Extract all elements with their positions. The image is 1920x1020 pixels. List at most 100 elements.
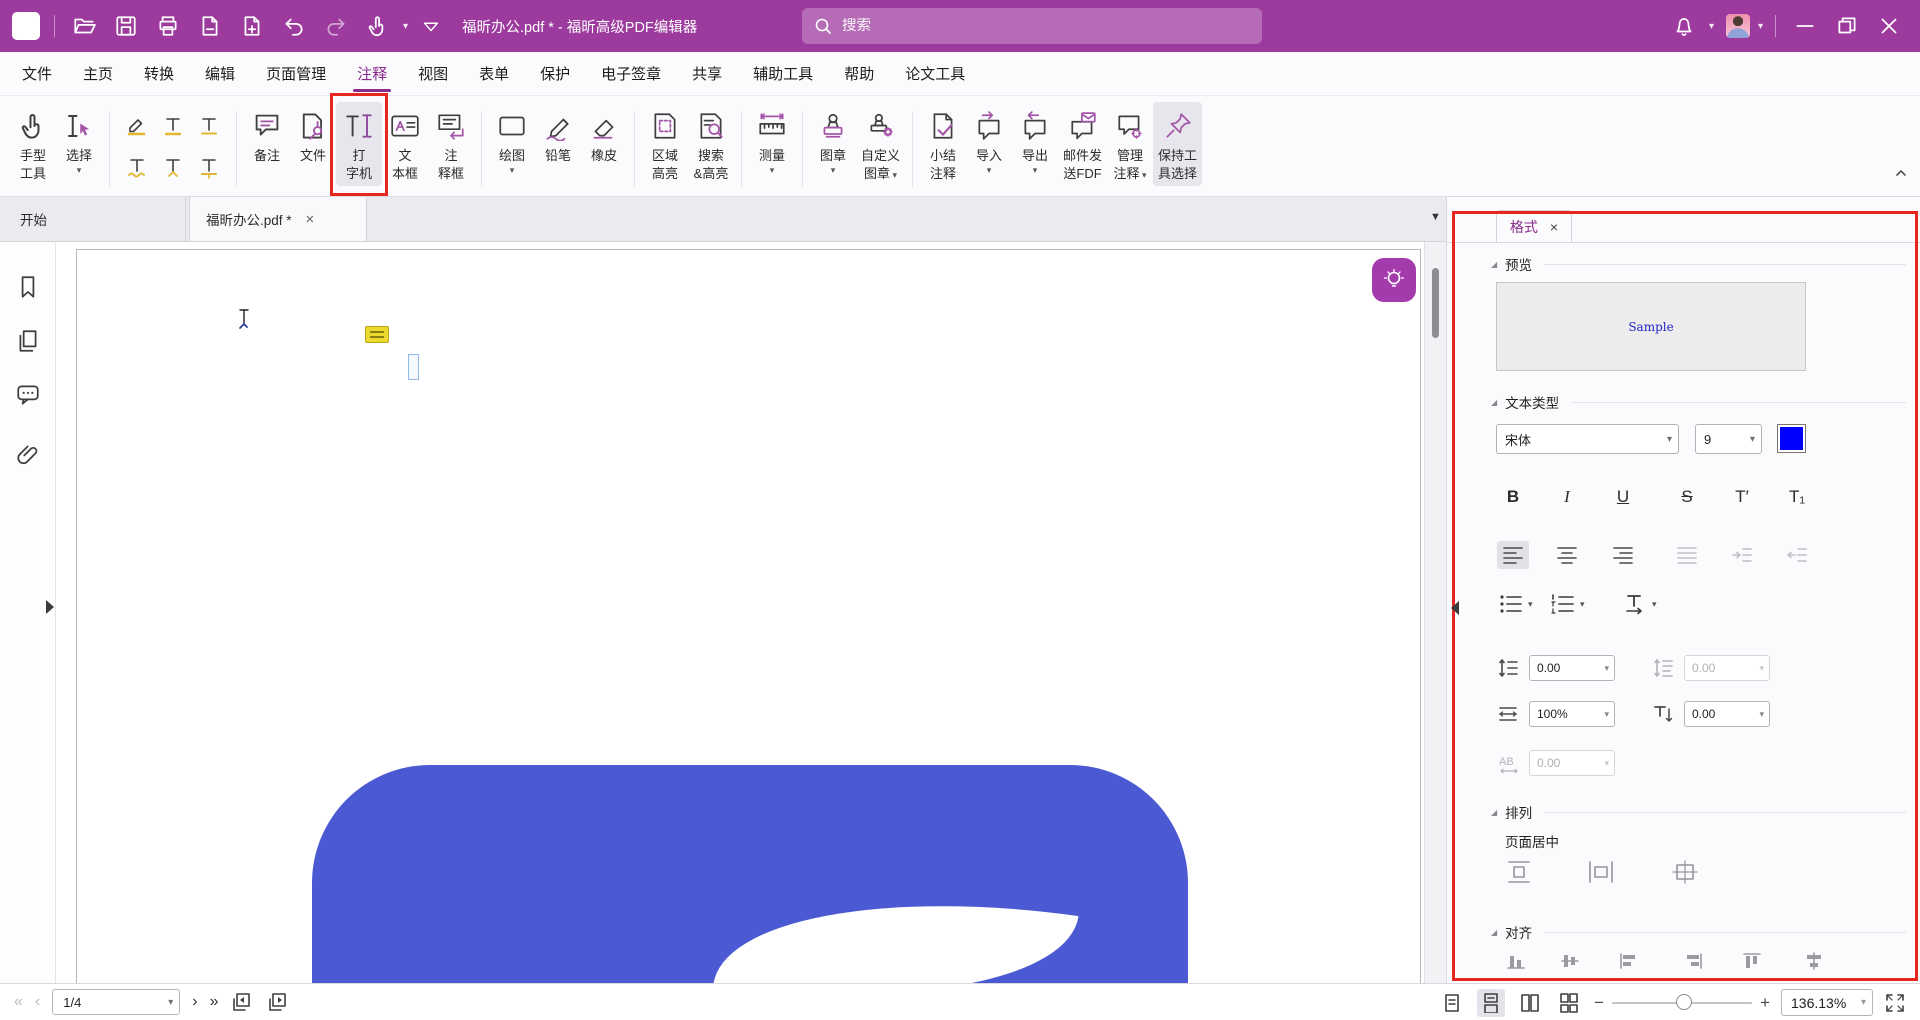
tool-manage-comments[interactable]: 管理 注释 ▾ (1107, 102, 1153, 186)
bookmarks-panel-icon[interactable] (15, 274, 41, 300)
tool-keep-tool-selected[interactable]: 保持工具选择 (1153, 102, 1202, 186)
align-left-objects-icon[interactable] (1617, 951, 1639, 971)
user-avatar[interactable] (1726, 14, 1750, 38)
tab-list-dropdown-icon[interactable]: ▼ (1430, 211, 1441, 223)
insert-page-icon[interactable] (240, 14, 264, 38)
next-view-icon[interactable] (266, 991, 290, 1013)
center-vertically-icon[interactable] (1505, 859, 1533, 885)
tool-measure[interactable]: 测量▾ (749, 102, 795, 179)
tool-note[interactable]: 备注 (244, 102, 290, 168)
tool-custom-stamp[interactable]: 自定义 图章 ▾ (856, 102, 905, 186)
foxit-logo-icon[interactable] (12, 12, 40, 40)
tool-email-fdf[interactable]: 邮件发送FDF (1058, 102, 1107, 186)
italic-button[interactable]: I (1549, 482, 1585, 512)
comments-panel-icon[interactable] (15, 382, 41, 408)
tool-summarize-comments[interactable]: 小结注释 (920, 102, 966, 186)
section-arrange-header[interactable]: ◢ 排列 (1491, 803, 1906, 821)
sticky-note-annotation[interactable] (365, 326, 389, 343)
single-page-view-button[interactable] (1438, 989, 1466, 1017)
continuous-view-button[interactable] (1477, 989, 1505, 1017)
align-top-icon[interactable] (1741, 951, 1763, 971)
start-tab[interactable]: 开始 (0, 197, 186, 241)
collapse-ribbon-icon[interactable] (1894, 168, 1908, 178)
font-color-swatch[interactable] (1777, 424, 1806, 453)
menu-paper-tools[interactable]: 论文工具 (903, 53, 967, 94)
print-icon[interactable] (156, 14, 180, 38)
next-page-button[interactable]: › (192, 993, 197, 1011)
page-number-combo[interactable]: 1/4▾ (52, 989, 180, 1015)
expand-left-panel-handle[interactable] (46, 600, 54, 614)
menu-esign[interactable]: 电子签章 (599, 53, 663, 94)
center-both-icon[interactable] (1671, 859, 1699, 885)
notifications-bell-icon[interactable] (1672, 14, 1696, 38)
last-page-button[interactable]: » (210, 993, 219, 1011)
tool-insert-text-icon[interactable] (161, 157, 185, 179)
tool-select[interactable]: 选择▾ (56, 102, 102, 179)
align-left-button[interactable] (1497, 541, 1529, 569)
justify-button[interactable] (1671, 541, 1703, 569)
hand-mode-dropdown-icon[interactable]: ▾ (403, 21, 408, 32)
align-center-button[interactable] (1551, 541, 1583, 569)
account-dropdown-icon[interactable]: ▾ (1758, 21, 1763, 32)
zoom-level-combo[interactable]: 136.13%▾ (1781, 989, 1873, 1016)
hand-mode-icon[interactable] (366, 14, 390, 38)
tool-strikeout-icon[interactable] (197, 115, 221, 137)
zoom-out-button[interactable]: − (1594, 993, 1604, 1013)
section-align-header[interactable]: ◢ 对齐 (1491, 923, 1906, 941)
zoom-in-button[interactable]: + (1760, 993, 1770, 1013)
tool-stamp[interactable]: 图章▾ (810, 102, 856, 179)
align-right-objects-icon[interactable] (1683, 951, 1705, 971)
tool-eraser[interactable]: 橡皮 (581, 102, 627, 168)
search-input[interactable] (842, 18, 1222, 34)
previous-page-button[interactable]: ‹ (35, 993, 40, 1011)
close-button[interactable] (1877, 14, 1901, 38)
notifications-dropdown-icon[interactable]: ▾ (1709, 21, 1714, 32)
line-spacing-input[interactable]: 0.00▾ (1529, 655, 1615, 681)
center-horizontally-icon[interactable] (1587, 859, 1615, 885)
menu-home[interactable]: 主页 (81, 53, 115, 94)
font-size-select[interactable]: 9▾ (1695, 424, 1762, 454)
tool-import-comments[interactable]: 导入▾ (966, 102, 1012, 179)
tool-search-highlight[interactable]: 搜索&高亮 (688, 102, 734, 186)
align-bottom-icon[interactable] (1505, 951, 1527, 971)
facing-continuous-view-button[interactable] (1555, 989, 1583, 1017)
tool-pencil[interactable]: 铅笔 (535, 102, 581, 168)
tool-underline-icon[interactable] (161, 115, 185, 137)
decrease-indent-button[interactable] (1781, 541, 1813, 569)
menu-page-management[interactable]: 页面管理 (264, 53, 328, 94)
vertical-scrollbar[interactable] (1424, 242, 1446, 983)
tool-typewriter-selected[interactable]: 打字机 (336, 102, 382, 186)
numbered-list-button[interactable]: ▾ (1551, 593, 1585, 615)
subscript-button[interactable]: T₁ (1779, 482, 1815, 512)
horizontal-scale-input[interactable]: 100%▾ (1529, 701, 1615, 727)
zoom-slider-knob[interactable] (1676, 994, 1692, 1010)
tool-squiggly-icon[interactable] (125, 157, 149, 179)
close-tab-icon[interactable]: × (306, 211, 315, 228)
section-preview-header[interactable]: ◢ 预览 (1491, 255, 1906, 273)
text-direction-button[interactable]: ▾ (1623, 593, 1657, 615)
format-panel-tab[interactable]: 格式 × (1496, 210, 1572, 243)
minimize-button[interactable] (1793, 14, 1817, 38)
menu-form[interactable]: 表单 (477, 53, 511, 94)
first-page-button[interactable]: « (14, 993, 23, 1011)
menu-edit[interactable]: 编辑 (203, 53, 237, 94)
character-spacing-input[interactable]: 0.00▾ (1529, 750, 1615, 776)
tool-hand[interactable]: 手型工具 (10, 102, 56, 186)
attachments-panel-icon[interactable] (15, 442, 41, 468)
previous-view-icon[interactable] (230, 991, 254, 1013)
tool-textbox[interactable]: 文本框 (382, 102, 428, 186)
menu-accessibility[interactable]: 辅助工具 (751, 53, 815, 94)
menu-protect[interactable]: 保护 (538, 53, 572, 94)
document-tab-active[interactable]: 福昕办公.pdf * × (189, 197, 367, 241)
align-right-button[interactable] (1607, 541, 1639, 569)
tool-export-comments[interactable]: 导出▾ (1012, 102, 1058, 179)
fullscreen-icon[interactable] (1884, 992, 1906, 1014)
strikeout-button[interactable]: S (1669, 482, 1705, 512)
tool-area-highlight[interactable]: 区域高亮 (642, 102, 688, 186)
menu-share[interactable]: 共享 (690, 53, 724, 94)
tool-callout[interactable]: 注释框 (428, 102, 474, 186)
save-icon[interactable] (114, 14, 138, 38)
bullet-list-button[interactable]: ▾ (1499, 593, 1533, 615)
facing-view-button[interactable] (1516, 989, 1544, 1017)
search-box[interactable] (802, 8, 1262, 44)
